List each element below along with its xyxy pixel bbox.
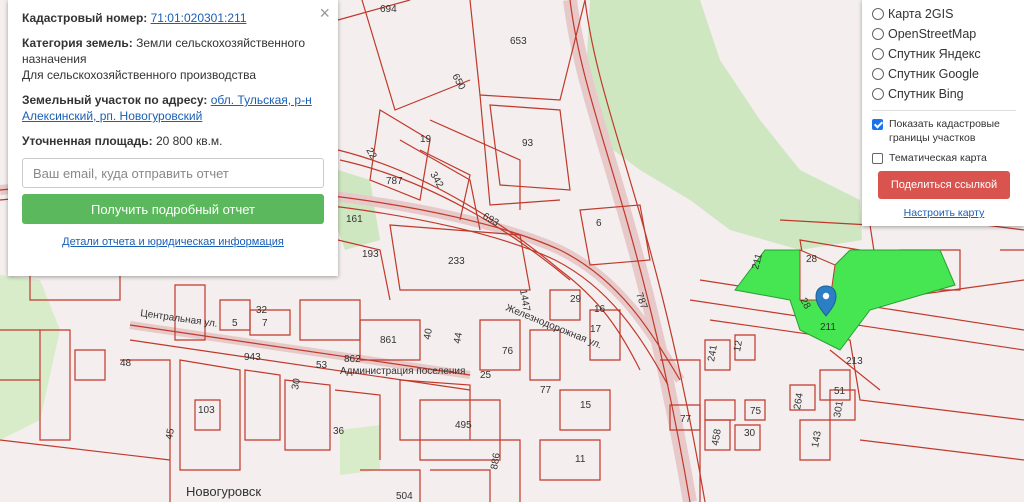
layer-option-yandex[interactable]: Спутник Яндекс (872, 44, 1016, 64)
map-label: 25 (480, 370, 492, 381)
layer-option-label: Спутник Bing (888, 87, 964, 101)
map-label: 211 (820, 322, 836, 333)
cadastral-number-link[interactable]: 71:01:020301:211 (151, 11, 247, 25)
setup-map-link[interactable]: Настроить карту (872, 207, 1016, 219)
map-label: 75 (750, 406, 762, 417)
thematic-checkbox-row[interactable]: Тематическая карта (872, 151, 1016, 165)
map-label: 6 (596, 218, 602, 229)
map-label: 51 (834, 386, 846, 397)
layer-panel: Карта 2GIS OpenStreetMap Спутник Яндекс … (862, 0, 1024, 226)
map-label: 28 (806, 254, 818, 265)
map-label: 193 (362, 249, 379, 260)
radio-icon[interactable] (872, 68, 884, 80)
area-label: Уточненная площадь: (22, 134, 153, 148)
use-value: Для сельскохозяйственного производства (22, 68, 257, 82)
map-label: 29 (570, 294, 582, 305)
map-label: 16 (594, 304, 606, 315)
map-label: 15 (580, 400, 592, 411)
map-label: Администрация поселения (340, 366, 465, 377)
cadastral-number-row: Кадастровый номер: 71:01:020301:211 (22, 10, 324, 26)
parcel-info-panel: × Кадастровый номер: 71:01:020301:211 Ка… (8, 0, 338, 276)
layer-option-label: Карта 2GIS (888, 7, 954, 21)
email-input[interactable] (22, 158, 324, 188)
thematic-label: Тематическая карта (889, 152, 987, 164)
details-link[interactable]: Детали отчета и юридическая информация (22, 236, 324, 248)
radio-icon[interactable] (872, 8, 884, 20)
map-label: 48 (120, 358, 132, 369)
address-row: Земельный участок по адресу: обл. Тульск… (22, 92, 324, 124)
map-label: 93 (522, 138, 534, 149)
map-label: 504 (396, 491, 413, 502)
close-icon[interactable]: × (319, 4, 330, 22)
map-label: 7 (262, 318, 268, 329)
show-borders-checkbox-row[interactable]: Показать кадастровые границы участков (872, 117, 1016, 145)
map-label: 233 (448, 256, 465, 267)
checkbox-icon[interactable] (872, 153, 883, 164)
map-label: 11 (575, 454, 586, 465)
map-label: 5 (232, 318, 238, 329)
area-value: 20 800 кв.м. (155, 134, 223, 148)
address-label: Земельный участок по адресу: (22, 93, 208, 107)
layer-option-bing[interactable]: Спутник Bing (872, 84, 1016, 104)
map-label: 103 (198, 405, 215, 416)
radio-icon[interactable] (872, 48, 884, 60)
map-label: 787 (386, 176, 403, 187)
layer-option-label: OpenStreetMap (888, 27, 977, 41)
checkbox-checked-icon[interactable] (872, 119, 883, 130)
map-label: 77 (680, 414, 692, 425)
map-label: 19 (420, 134, 432, 145)
divider (872, 110, 1016, 111)
layer-option-2gis[interactable]: Карта 2GIS (872, 4, 1016, 24)
map-label: 861 (380, 335, 397, 346)
layer-option-label: Спутник Google (888, 67, 979, 81)
share-link-button[interactable]: Поделиться ссылкой (878, 171, 1010, 199)
map-label: 943 (244, 352, 261, 363)
map-label: 862 (344, 354, 361, 365)
radio-icon[interactable] (872, 88, 884, 100)
map-label: 653 (510, 36, 527, 47)
show-borders-label: Показать кадастровые границы участков (889, 118, 1000, 144)
category-label: Категория земель: (22, 36, 133, 50)
map-label: 17 (590, 324, 602, 335)
layer-option-label: Спутник Яндекс (888, 47, 981, 61)
radio-icon[interactable] (872, 28, 884, 40)
layer-option-google[interactable]: Спутник Google (872, 64, 1016, 84)
map-label: 53 (316, 360, 328, 371)
cadastral-label: Кадастровый номер: (22, 11, 148, 25)
map-label: 495 (455, 420, 472, 431)
map-label: 76 (502, 346, 514, 357)
map-label: 32 (256, 305, 268, 316)
category-row: Категория земель: Земли сельскохозяйстве… (22, 35, 324, 83)
get-report-button[interactable]: Получить подробный отчет (22, 194, 324, 224)
area-row: Уточненная площадь: 20 800 кв.м. (22, 133, 324, 149)
layer-option-osm[interactable]: OpenStreetMap (872, 24, 1016, 44)
map-label: 36 (333, 426, 345, 437)
map-label: 30 (744, 428, 756, 439)
map-label: 694 (380, 4, 397, 15)
map-label: 77 (540, 385, 552, 396)
map-label: 213 (846, 356, 863, 367)
map-label: 161 (346, 214, 363, 225)
map-label: Новогуровск (186, 484, 261, 499)
